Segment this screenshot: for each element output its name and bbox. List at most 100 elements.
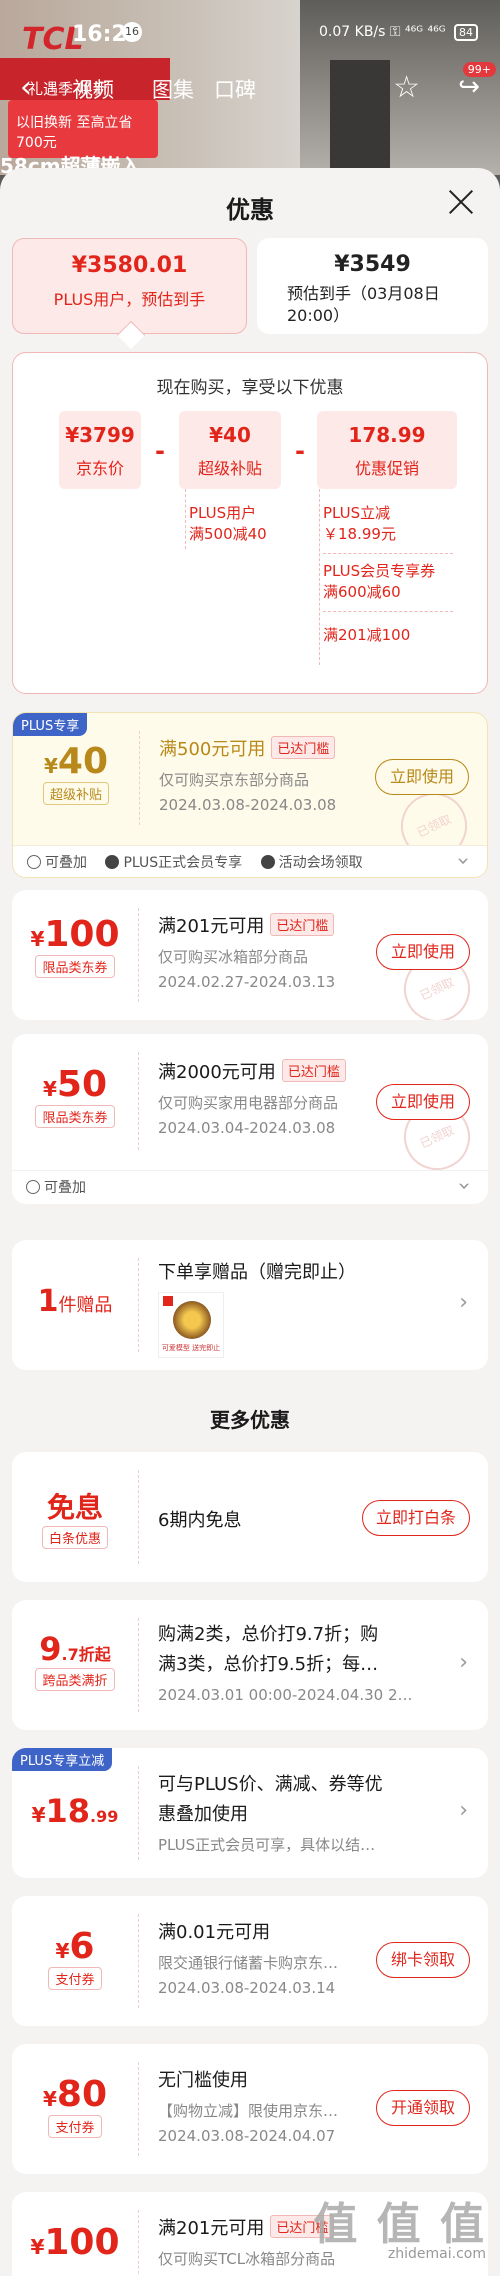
chevron-down-icon[interactable]: › <box>447 1182 481 1191</box>
estimate-price: ¥3549 <box>334 252 411 277</box>
coupon-divider <box>138 1052 139 1150</box>
tab-pointer <box>116 320 146 350</box>
offer-title-line2: 惠叠加使用 <box>158 1804 248 1825</box>
promotion-detail-3: 满201减100 <box>323 625 410 646</box>
video-top-nav: ‹ 视频 图集 口碑 ☆ ↪ 99+ <box>0 62 500 108</box>
coupon-tag: 限品类东券 <box>35 1105 115 1128</box>
status-indicators: 0.07 KB/s ⚿ ⁴⁶ᴳ ⁴⁶ᴳ 84 <box>319 24 478 41</box>
offer-date: 2024.03.08-2024.03.14 <box>158 1979 336 1997</box>
chevron-right-icon[interactable]: › <box>459 1290 468 1315</box>
tab-gallery[interactable]: 图集 <box>152 74 194 104</box>
promotion-detail-line: ￥18.99元 <box>323 525 396 543</box>
offer-tag: 支付券 <box>48 1967 102 1990</box>
threshold-badge: 已达门槛 <box>271 736 336 759</box>
coupon-amount: 100 <box>44 914 120 955</box>
offer-amount: 6 <box>69 1926 95 1967</box>
footer-stackable: 可叠加 <box>45 855 87 871</box>
promotion-detail-line: PLUS立减 <box>323 504 391 522</box>
threshold-badge: 已达门槛 <box>281 1059 346 1082</box>
coupon-divider <box>138 1914 139 2008</box>
coupon-scope: 仅可购买家用电器部分商品 <box>158 1094 339 1112</box>
currency-symbol: ¥ <box>42 2087 57 2111</box>
offer-title: 6期内免息 <box>158 1510 242 1531</box>
subsidy-detail-line: 满500减40 <box>189 525 267 543</box>
chevron-right-icon[interactable]: › <box>459 1798 468 1823</box>
chevron-down-icon[interactable]: › <box>446 857 480 866</box>
price-breakdown: 现在购买，享受以下优惠 ¥3799 京东价 - ¥40 超级补贴 - 178.9… <box>12 352 488 694</box>
tab-reviews[interactable]: 口碑 <box>214 74 256 104</box>
detail-connector <box>319 489 320 665</box>
currency-symbol: ¥ <box>30 2235 45 2259</box>
coupon-amount: 40 <box>57 741 109 782</box>
coupon-divider <box>138 1470 139 1564</box>
offer-amount-panel: ¥18.99 <box>12 1792 138 1830</box>
coupon-divider <box>138 1618 139 1712</box>
use-now-button[interactable]: 立即使用 <box>376 1084 470 1120</box>
breakdown-title: 现在购买，享受以下优惠 <box>156 378 344 398</box>
activate-claim-button[interactable]: 开通领取 <box>376 2090 470 2126</box>
favorite-star-icon[interactable]: ☆ <box>393 70 420 105</box>
gift-amount-panel: 1件赠品 <box>12 1284 138 1319</box>
breakdown-value: ¥3799 <box>65 423 135 447</box>
coupon-condition: 满201元可用 <box>158 916 265 937</box>
coupon-info: 满201元可用 已达门槛 仅可购买冰箱部分商品 2024.02.27-2024.0… <box>158 912 368 991</box>
back-arrow-icon[interactable]: ‹ <box>20 70 32 105</box>
coupon-amount-panel: ¥50 限品类东券 <box>12 1064 138 1128</box>
offer-amount-panel: ¥6 支付券 <box>12 1926 138 1990</box>
offer-info: 可与PLUS价、满减、券等优 惠叠加使用 PLUS正式会员可享，具体以结… <box>158 1770 448 1855</box>
threshold-badge: 已达门槛 <box>270 913 335 936</box>
chevron-right-icon[interactable]: › <box>459 1650 468 1675</box>
gift-info: 下单享赠品（赠完即止） <box>158 1258 448 1284</box>
more-offers-title: 更多优惠 <box>210 1408 290 1432</box>
promotion-detail-2: PLUS会员专享券 满600减60 <box>323 561 435 603</box>
watermark-logo: 值 值 值 <box>313 2199 486 2250</box>
coupon-date: 2024.03.08-2024.03.08 <box>159 796 337 814</box>
coupon-footer: 可叠加 PLUS正式会员专享 活动会场领取 › <box>13 845 487 877</box>
offer-amount-panel: 9.7折起 跨品类满折 <box>12 1630 138 1691</box>
offer-date: 2024.03.01 00:00-2024.04.30 2… <box>158 1686 413 1704</box>
gift-image[interactable]: 可爱模型 送完即止 <box>158 1292 224 1358</box>
estimate-desc-line1: 预估到手（03月08日 <box>287 284 440 303</box>
offer-card-pay-coupon: ¥80 支付券 无门槛使用 【购物立减】限使用京东… 2024.03.08-20… <box>12 2044 488 2174</box>
breakdown-subsidy: ¥40 超级补贴 <box>179 411 281 489</box>
use-now-button[interactable]: 立即使用 <box>375 759 469 795</box>
coupon-divider <box>138 2210 139 2276</box>
offer-card-plus-reduction[interactable]: PLUS专享立减 ¥18.99 可与PLUS价、满减、券等优 惠叠加使用 PLU… <box>12 1748 488 1878</box>
coupon-date: 2024.03.04-2024.03.08 <box>158 1119 336 1137</box>
breakdown-jd-price: ¥3799 京东价 <box>59 411 141 489</box>
coupon-divider <box>138 2062 139 2156</box>
offer-title-line1: 可与PLUS价、满减、券等优 <box>158 1774 383 1795</box>
use-now-button[interactable]: 立即使用 <box>376 934 470 970</box>
price-tab-estimate[interactable]: ¥3549 预估到手（03月08日 20:00） <box>257 238 488 334</box>
offer-info: 满0.01元可用 限交通银行储蓄卡购京东… 2024.03.08-2024.03… <box>158 1918 368 1997</box>
breakdown-promotion: 178.99 优惠促销 <box>317 411 457 489</box>
coupon-bottom-sheet: 优惠 ¥3580.01 PLUS用户，预估到手 ¥3549 预估到手（03月08… <box>0 168 500 2276</box>
coupon-info: 满500元可用 已达门槛 仅可购买京东部分商品 2024.03.08-2024.0… <box>159 735 367 814</box>
offer-amount-big: 9 <box>39 1630 62 1668</box>
coupon-condition: 满500元可用 <box>159 739 266 760</box>
coupon-footer: 可叠加 › <box>12 1170 488 1204</box>
plus-price: ¥3580.01 <box>71 253 188 278</box>
coupon-divider <box>138 1258 139 1352</box>
venue-icon <box>260 855 275 869</box>
currency-symbol: ¥ <box>30 927 45 951</box>
offer-amount-panel: 免息 白条优惠 <box>12 1486 138 1549</box>
tab-video[interactable]: 视频 <box>72 74 114 104</box>
baitiao-button[interactable]: 立即打白条 <box>362 1500 470 1536</box>
coupon-tag: 超级补贴 <box>42 782 109 805</box>
offer-title: 无门槛使用 <box>158 2070 248 2091</box>
coupon-date: 2024.02.27-2024.03.13 <box>158 973 336 991</box>
offer-card-discount[interactable]: 9.7折起 跨品类满折 购满2类，总价打9.7折；购 满3类，总价打9.5折；每… <box>12 1600 488 1730</box>
close-icon[interactable] <box>444 186 478 220</box>
gift-card[interactable]: 1件赠品 下单享赠品（赠完即止） 可爱模型 送完即止 › <box>12 1240 488 1370</box>
promotion-detail-line: 满600减60 <box>323 583 401 601</box>
gift-unit: 件赠品 <box>58 1295 113 1316</box>
currency-symbol: ¥ <box>42 1077 57 1101</box>
bind-card-button[interactable]: 绑卡领取 <box>376 1942 470 1978</box>
footer-stackable: 可叠加 <box>44 1180 86 1196</box>
price-tab-plus[interactable]: ¥3580.01 PLUS用户，预估到手 <box>12 238 247 350</box>
currency-symbol: ¥ <box>31 1803 46 1827</box>
breakdown-value: 178.99 <box>348 423 426 447</box>
offer-info: 6期内免息 <box>158 1506 368 1532</box>
plus-member-icon <box>105 855 120 869</box>
